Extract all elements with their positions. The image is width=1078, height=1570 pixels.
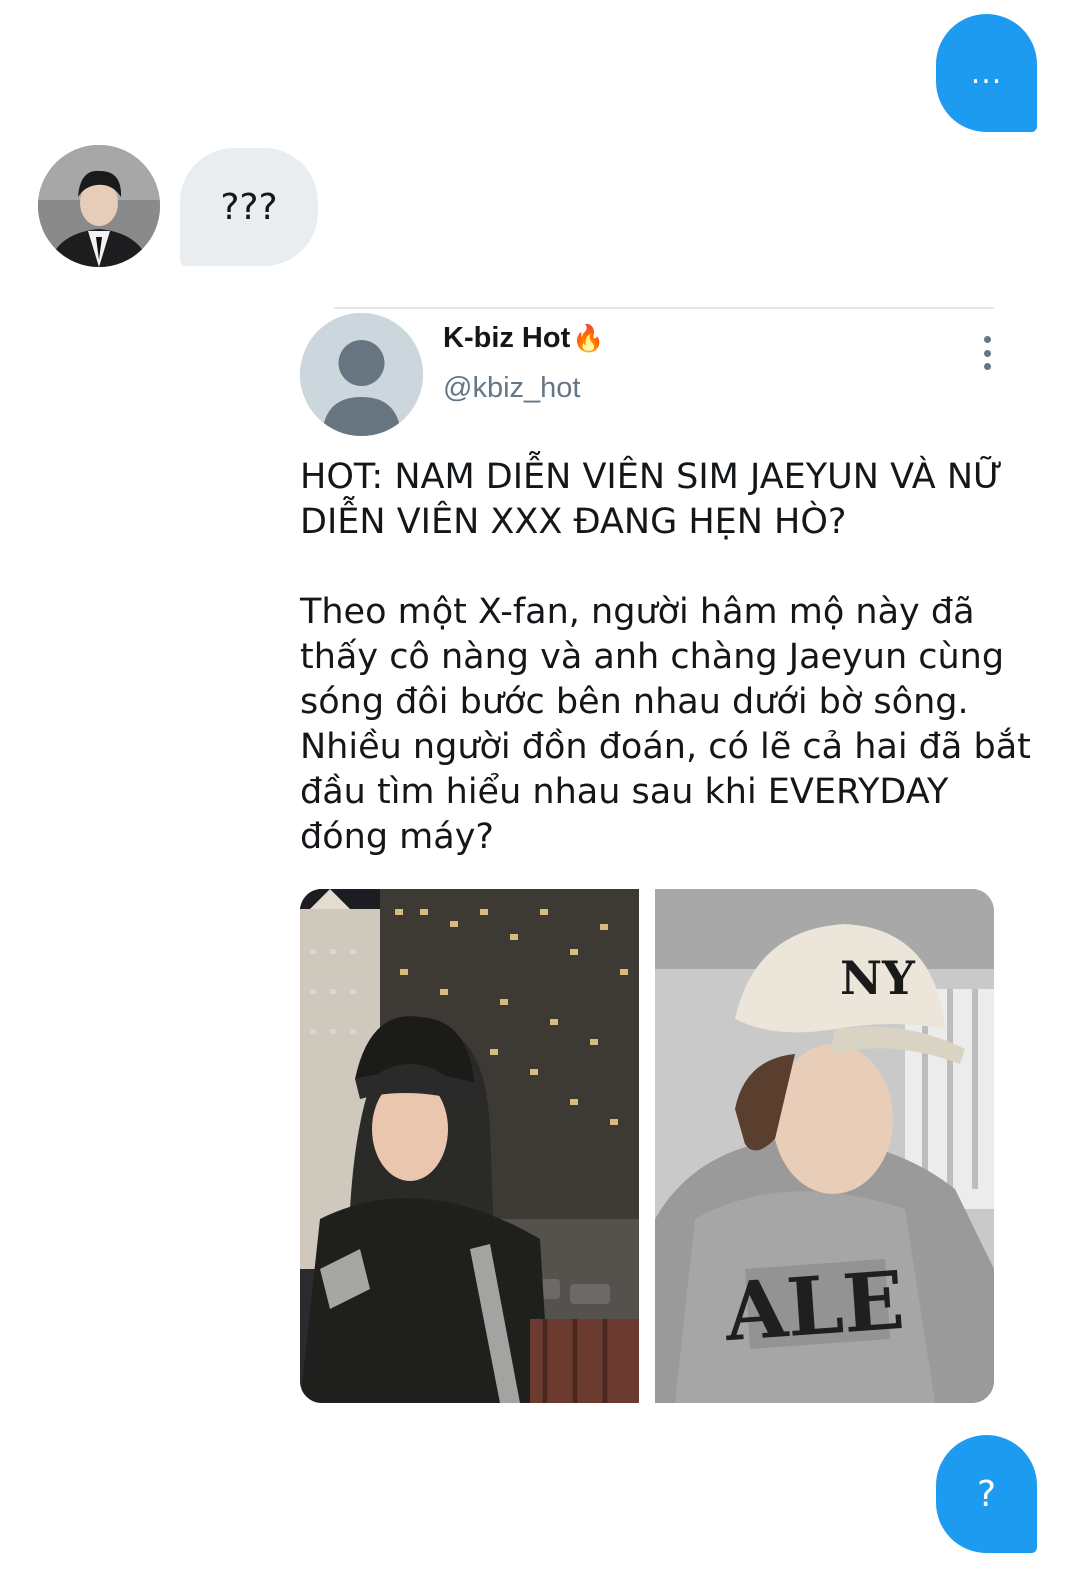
- outgoing-message-bubble[interactable]: ?: [936, 1435, 1037, 1553]
- tweet-photo-1[interactable]: [300, 889, 639, 1403]
- card-divider: [334, 307, 994, 309]
- message-text: ?: [976, 1473, 997, 1515]
- default-avatar-icon[interactable]: [300, 313, 423, 436]
- message-text: ???: [220, 186, 278, 228]
- svg-text:NY: NY: [840, 951, 916, 1005]
- incoming-message-bubble[interactable]: ???: [180, 148, 318, 266]
- svg-text:ALE: ALE: [721, 1253, 907, 1359]
- avatar-photo: [38, 145, 160, 267]
- tweet-text: HOT: NAM DIỄN VIÊN SIM JAEYUN VÀ NỮ DIỄN…: [300, 455, 1040, 860]
- tweet-photo-2[interactable]: ALE NY: [655, 889, 994, 1403]
- author-handle[interactable]: @kbiz_hot: [443, 372, 580, 405]
- outgoing-message-bubble[interactable]: ...: [936, 14, 1037, 132]
- tweet-headline: HOT: NAM DIỄN VIÊN SIM JAEYUN VÀ NỮ DIỄN…: [300, 457, 1004, 542]
- fire-icon: 🔥: [572, 323, 605, 353]
- avatar[interactable]: [38, 145, 160, 267]
- message-text: ...: [970, 55, 1003, 91]
- author-name[interactable]: K-biz Hot 🔥: [443, 322, 605, 355]
- more-options-icon[interactable]: [976, 336, 998, 370]
- tweet-body: Theo một X-fan, người hâm mộ này đã thấy…: [300, 592, 1031, 857]
